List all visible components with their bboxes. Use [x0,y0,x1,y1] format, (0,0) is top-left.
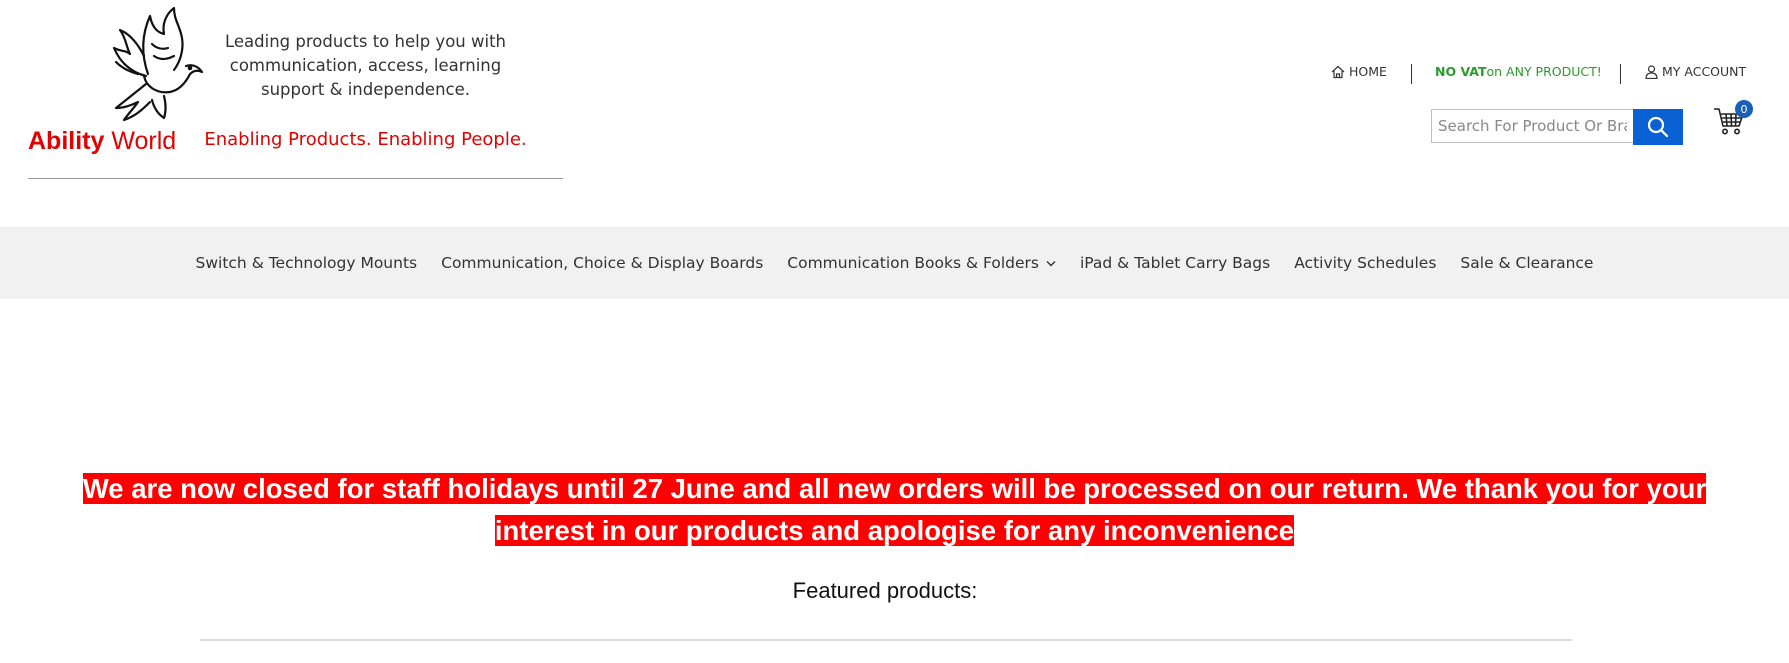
brand-header: Ability World Leading products to help y… [28,0,563,179]
nav-item-activity-schedules[interactable]: Activity Schedules [1294,254,1436,272]
section-divider [200,639,1572,641]
top-links: HOME NO VAT on ANY PRODUCT! MY ACCOUNT [1331,64,1746,88]
logo-bold-text: Ability [28,127,105,155]
nav-item-communication-books-folders[interactable]: Communication Books & Folders [787,254,1056,272]
home-link[interactable]: HOME [1331,64,1387,79]
brand-tagline: Leading products to help you with commun… [225,32,506,99]
nav-item-label: Activity Schedules [1294,254,1437,272]
my-account-link[interactable]: MY ACCOUNT [1645,64,1746,79]
dove-icon[interactable] [86,4,206,126]
nav-item-sale-clearance[interactable]: Sale & Clearance [1460,254,1593,272]
nav-item-ipad-tablet-carry-bags[interactable]: iPad & Tablet Carry Bags [1080,254,1270,272]
nav-item-label: iPad & Tablet Carry Bags [1079,254,1271,272]
home-icon [1331,65,1345,78]
cart-count-badge[interactable]: 0 [1735,100,1753,118]
chevron-down-icon[interactable] [1046,260,1056,267]
home-label: HOME [1349,64,1387,79]
main-navigation: Switch & Technology Mounts Communication… [0,227,1789,299]
nav-item-label: Switch & Technology Mounts [195,254,418,272]
search-icon [1647,116,1669,138]
brand-logo-text[interactable]: Ability World [28,127,176,156]
my-account-label: MY ACCOUNT [1662,64,1747,79]
notice-text: We are now closed for staff holidays unt… [82,473,1707,546]
brand-slogan: Enabling Products. Enabling People. [204,129,527,150]
nav-item-label: Communication, Choice & Display Boards [441,254,764,272]
nav-item-label: Sale & Clearance [1460,254,1594,272]
nav-item-communication-choice-display-boards[interactable]: Communication, Choice & Display Boards [441,254,763,272]
holiday-closure-notice: We are now closed for staff holidays unt… [40,468,1749,552]
nav-item-label: Communication Books & Folders [787,254,1039,272]
vat-rest: on ANY PRODUCT! [1486,64,1602,79]
nav-item-switch-technology-mounts[interactable]: Switch & Technology Mounts [196,254,418,272]
user-icon [1645,64,1658,79]
vat-bold: NO VAT [1435,64,1487,79]
divider [1411,64,1412,84]
featured-products-heading: Featured products: [792,578,978,603]
search-button[interactable] [1633,109,1683,145]
divider [1620,64,1621,84]
no-vat-notice[interactable]: NO VAT on ANY PRODUCT! [1435,64,1602,79]
logo-regular-text: World [104,127,177,155]
search-input[interactable] [1431,109,1633,143]
